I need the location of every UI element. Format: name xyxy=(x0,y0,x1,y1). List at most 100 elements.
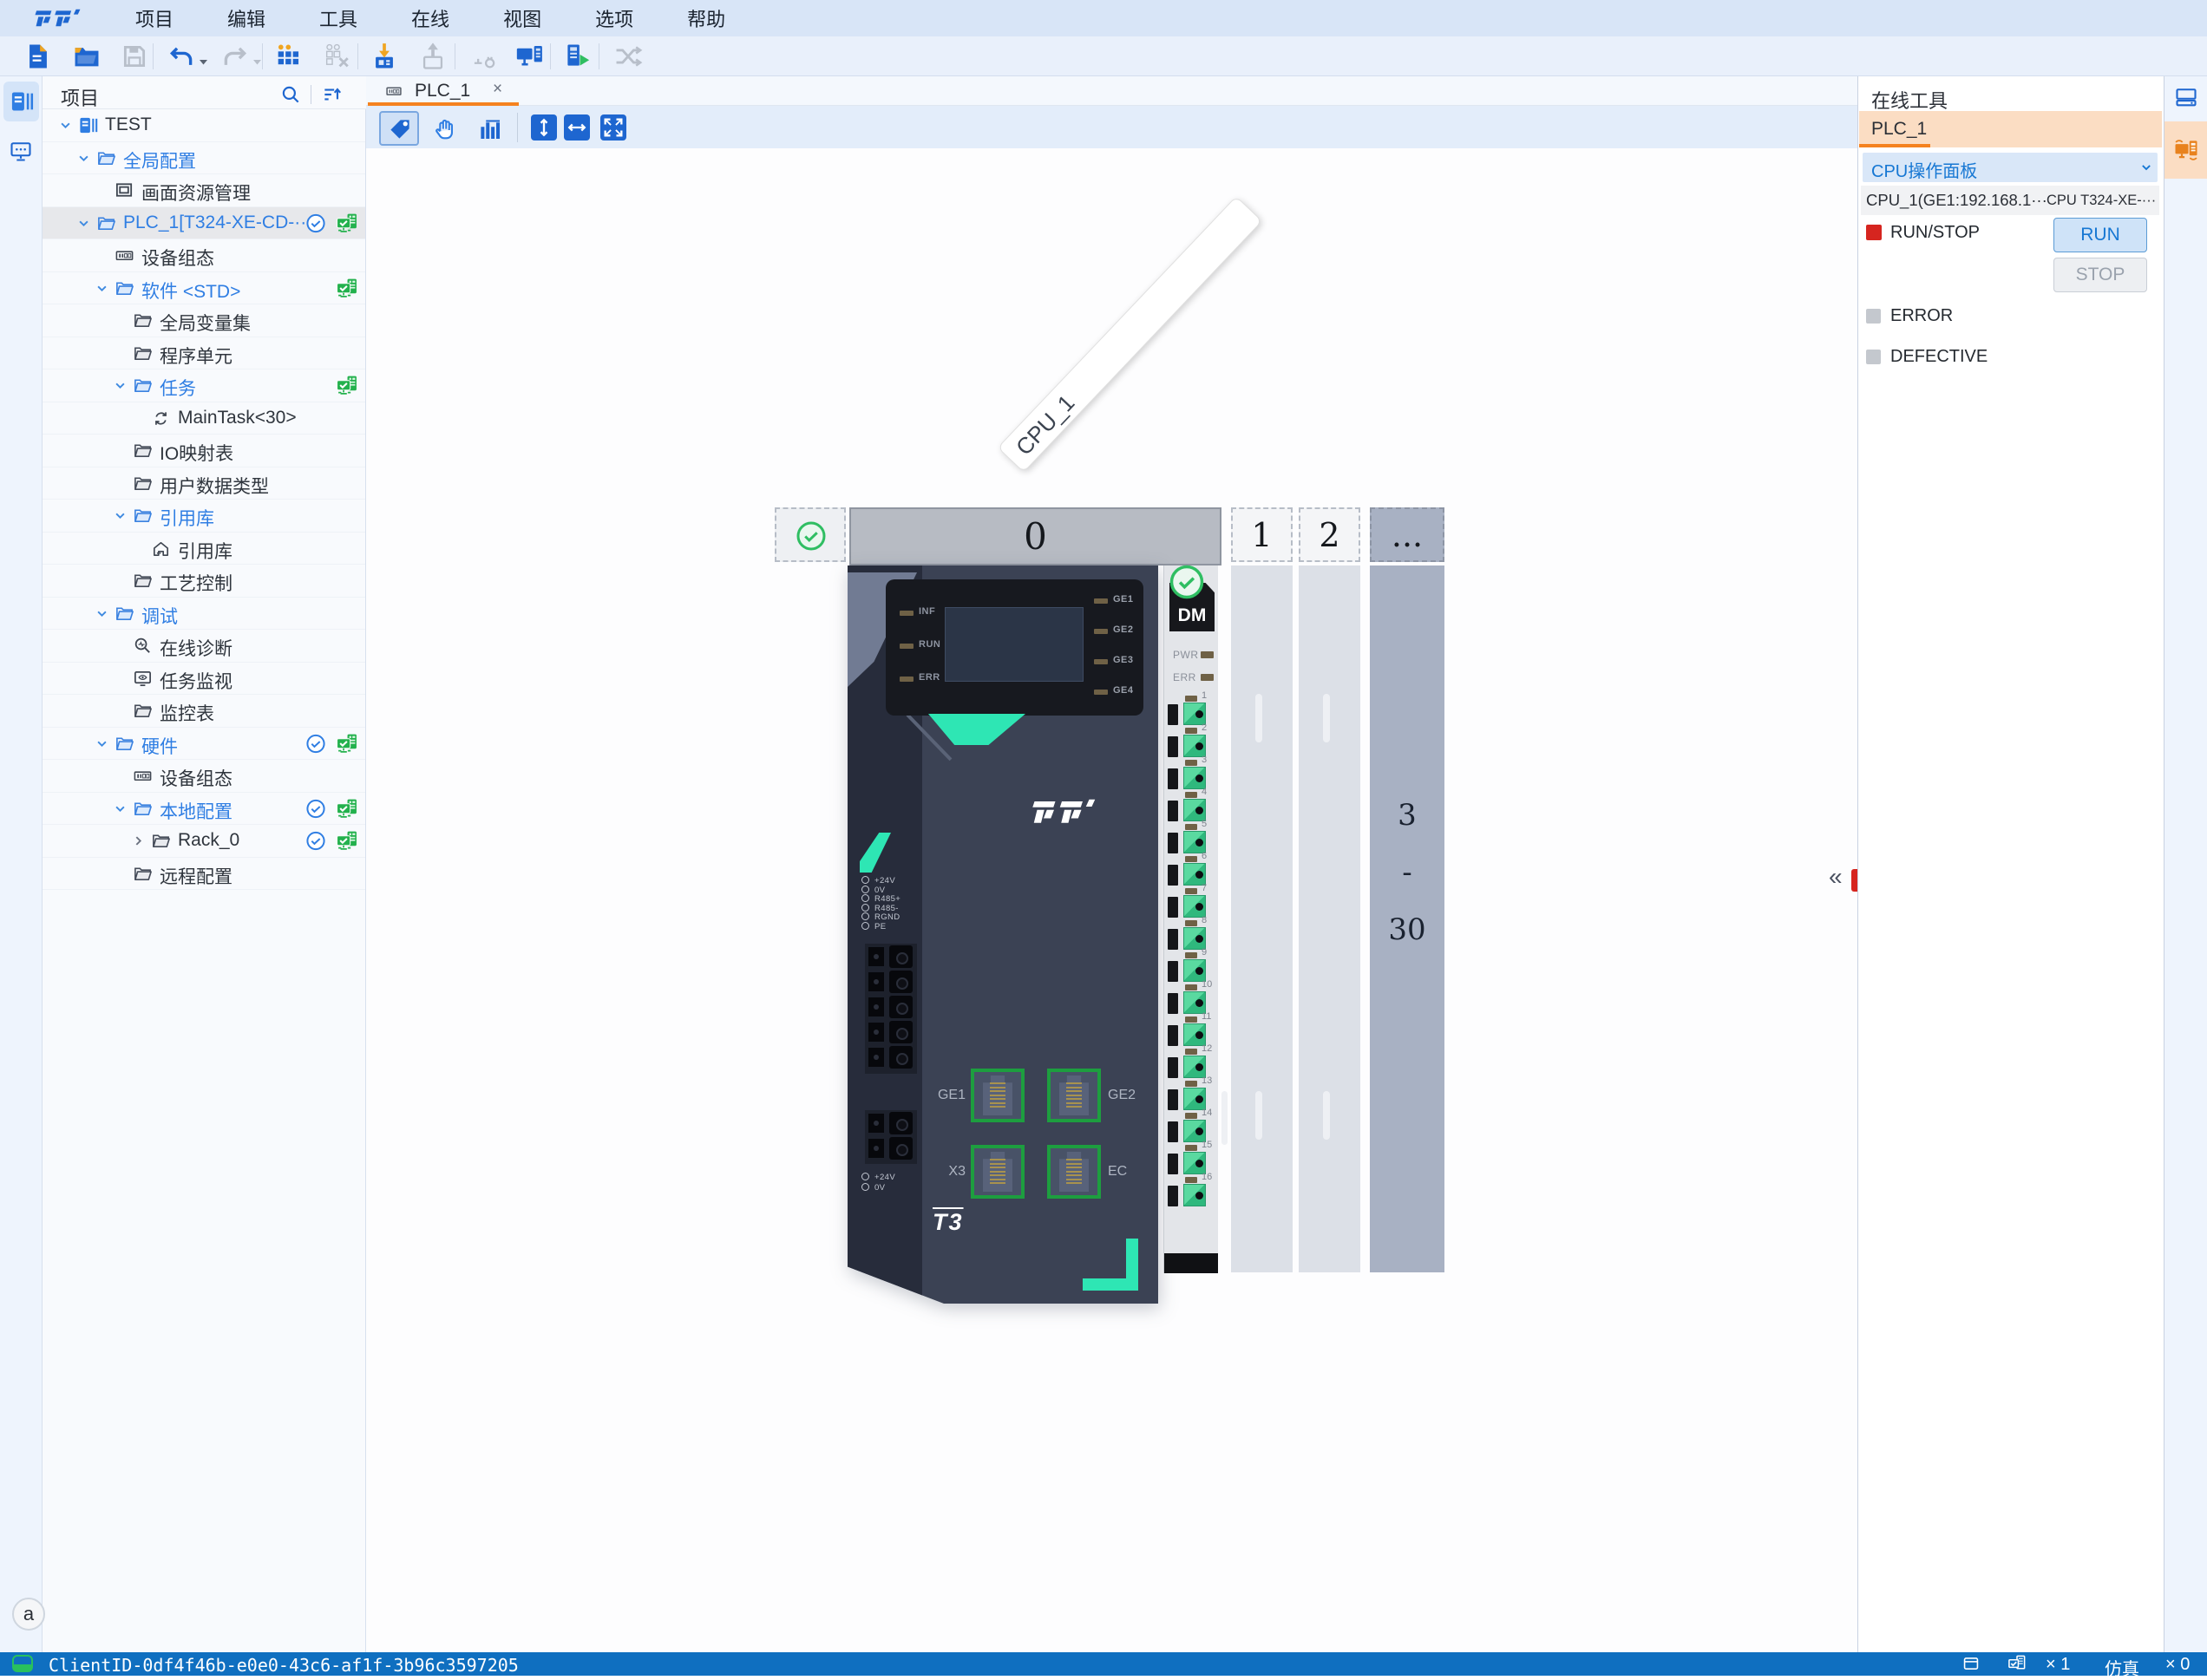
chevron-down-icon[interactable] xyxy=(93,605,111,623)
cpu-endpoint-row[interactable]: CPU_1(GE1:192.168.1··· CPU T324-XE-··· xyxy=(1861,186,2159,215)
chevron-down-icon[interactable] xyxy=(111,507,129,525)
menu-item-在线[interactable]: 在线 xyxy=(411,4,449,32)
tree-item-硬件[interactable]: 硬件 xyxy=(43,728,365,760)
online-config-icon[interactable] xyxy=(514,42,544,71)
tree-item-全局变量集[interactable]: 全局变量集 xyxy=(43,304,365,337)
tree-item-设备组态[interactable]: 设备组态 xyxy=(43,760,365,793)
monitor-icon[interactable] xyxy=(1959,1655,1983,1673)
chevron-down-icon[interactable] xyxy=(111,376,129,395)
online-tools-tab-selected[interactable] xyxy=(2164,121,2207,179)
collapse-panel-icon[interactable]: « xyxy=(1829,863,1843,891)
pan-hand-tool[interactable] xyxy=(431,115,461,145)
upload-from-device-icon[interactable] xyxy=(418,42,448,71)
hardware-catalog-icon[interactable] xyxy=(2174,85,2198,109)
rack-slot-1[interactable]: 1 xyxy=(1231,507,1293,562)
left-activity-bar xyxy=(0,76,43,1652)
tree-item-在线诊断[interactable]: 在线诊断 xyxy=(43,630,365,663)
chevron-down-icon[interactable] xyxy=(75,214,93,232)
download-to-device-icon[interactable] xyxy=(370,42,399,71)
tree-item-远程配置[interactable]: 远程配置 xyxy=(43,858,365,890)
terminal-cell xyxy=(868,1114,884,1133)
tree-item-IO映射表[interactable]: IO映射表 xyxy=(43,435,365,467)
tree-item-任务[interactable]: 任务 xyxy=(43,369,365,402)
chevron-down-icon[interactable] xyxy=(111,800,129,818)
rj45-port-EC[interactable] xyxy=(1047,1145,1101,1199)
tree-item-软件 <STD>[interactable]: 软件 <STD> xyxy=(43,272,365,304)
tree-item-引用库[interactable]: 引用库 xyxy=(43,533,365,565)
tree-item-程序单元[interactable]: 程序单元 xyxy=(43,337,365,369)
open-project-icon[interactable] xyxy=(72,42,102,71)
undo-icon[interactable] xyxy=(167,42,196,71)
rack-slot-2[interactable]: 2 xyxy=(1299,507,1360,562)
connect-device-icon[interactable] xyxy=(466,42,495,71)
fit-horizontal-tool[interactable] xyxy=(564,114,590,141)
menu-item-编辑[interactable]: 编辑 xyxy=(227,4,265,32)
redo-icon[interactable] xyxy=(220,42,250,71)
chevron-down-icon[interactable] xyxy=(93,279,111,297)
tree-item-调试[interactable]: 调试 xyxy=(43,598,365,630)
dm-led-PWR xyxy=(1201,651,1214,658)
new-file-icon[interactable] xyxy=(23,42,53,71)
fit-screen-tool[interactable] xyxy=(600,114,626,141)
tree-item-本地配置[interactable]: 本地配置 xyxy=(43,793,365,825)
tree-item-Rack_0[interactable]: Rack_0 xyxy=(43,825,365,858)
dm-channel-connector[interactable] xyxy=(1183,1184,1206,1206)
fit-vertical-tool[interactable] xyxy=(531,114,557,141)
cpu-panel-section[interactable]: CPU操作面板 xyxy=(1863,153,2158,182)
sidebar-item-remote-devices[interactable] xyxy=(9,139,33,163)
sidebar-item-project-explorer[interactable] xyxy=(3,82,39,121)
tree-item-全局配置[interactable]: 全局配置 xyxy=(43,142,365,174)
tree-item-监控表[interactable]: 监控表 xyxy=(43,695,365,728)
chevron-down-icon[interactable] xyxy=(2138,159,2155,176)
rj45-port-GE2[interactable] xyxy=(1047,1069,1101,1122)
menu-item-工具[interactable]: 工具 xyxy=(319,4,357,32)
tree-item-MainTask<30>[interactable]: MainTask<30> xyxy=(43,402,365,435)
tree-item-用户数据类型[interactable]: 用户数据类型 xyxy=(43,467,365,500)
tab-plc-1[interactable]: PLC_1 xyxy=(415,81,470,101)
clean-icon[interactable] xyxy=(322,42,351,71)
compile-icon[interactable] xyxy=(273,42,303,71)
menu-item-帮助[interactable]: 帮助 xyxy=(687,4,725,32)
dm-channel-slot xyxy=(1168,1154,1178,1174)
tree-item-任务监视[interactable]: 任务监视 xyxy=(43,663,365,695)
redo-dropdown-caret[interactable] xyxy=(253,54,261,65)
stop-button[interactable]: STOP xyxy=(2053,258,2147,292)
search-icon[interactable] xyxy=(279,83,302,106)
terminal-+24V: +24V xyxy=(861,1173,895,1182)
slot-range-column[interactable]: 3 - 30 xyxy=(1370,565,1444,1272)
tree-item-引用库[interactable]: 引用库 xyxy=(43,500,365,533)
device-check-icon[interactable] xyxy=(2004,1654,2030,1674)
chevron-down-icon[interactable] xyxy=(75,149,93,167)
menu-bar: 项目 编辑 工具 在线 视图 选项 帮助 xyxy=(0,0,2207,36)
rj45-port-X3[interactable] xyxy=(971,1145,1025,1199)
menu-item-选项[interactable]: 选项 xyxy=(595,4,633,32)
tree-item-设备组态[interactable]: 设备组态 xyxy=(43,239,365,272)
run-button[interactable]: RUN xyxy=(2053,218,2147,252)
tree-item-工艺控制[interactable]: 工艺控制 xyxy=(43,565,365,598)
undo-dropdown-caret[interactable] xyxy=(200,54,207,65)
menu-item-视图[interactable]: 视图 xyxy=(503,4,541,32)
empty-slot-column-1[interactable] xyxy=(1231,565,1293,1272)
cross-reference-icon[interactable] xyxy=(613,42,643,71)
rack-slot-more[interactable]: ... xyxy=(1370,507,1444,562)
sort-icon[interactable] xyxy=(321,83,344,106)
chevron-down-icon[interactable] xyxy=(93,735,111,753)
rack-slot-0[interactable]: 0 xyxy=(849,507,1221,565)
tree-item-PLC_1[T324-XE-CD-···[interactable]: PLC_1[T324-XE-CD-··· xyxy=(43,206,365,239)
save-icon[interactable] xyxy=(120,42,149,71)
empty-slot-column-2[interactable] xyxy=(1299,565,1360,1272)
tree-item-TEST[interactable]: TEST xyxy=(43,109,365,142)
start-simulation-icon[interactable] xyxy=(562,42,592,71)
chevron-down-icon[interactable] xyxy=(56,116,75,134)
statistics-tool[interactable] xyxy=(476,116,504,144)
select-tag-tool[interactable] xyxy=(379,111,419,146)
dm-submodule[interactable]: DM PWR ERR 1 2 3 4 5 6 7 8 9 10 11 12 13 14 15 16 xyxy=(1163,565,1218,1273)
menu-item-项目[interactable]: 项目 xyxy=(135,4,174,32)
rj45-port-GE1[interactable] xyxy=(971,1069,1025,1122)
chevron-right-icon[interactable] xyxy=(129,832,147,850)
tree-item-画面资源管理[interactable]: 画面资源管理 xyxy=(43,174,365,207)
avatar[interactable]: a xyxy=(12,1598,45,1631)
cpu-module[interactable]: INF RUN ERR GE1 GE2 GE3 GE4 +24V 0V R485+ R485- R… xyxy=(848,565,1158,1304)
online-device-tab[interactable]: PLC_1 xyxy=(1859,111,2162,147)
close-tab-icon[interactable]: × xyxy=(493,80,502,99)
